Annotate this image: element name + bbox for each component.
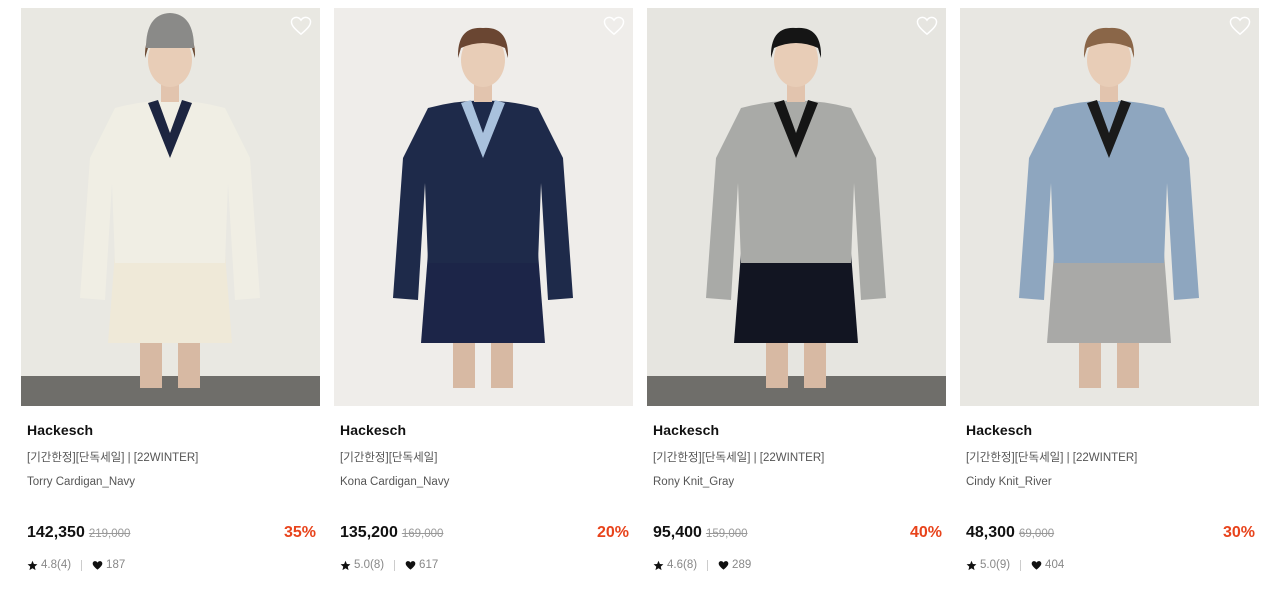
model-bottom — [108, 253, 232, 343]
star-icon — [27, 560, 38, 570]
promo-tags: [기간한정][단독세일] | [22WINTER] — [966, 452, 1138, 464]
product-card[interactable]: Hackesch [기간한정][단독세일] | [22WINTER] Torry… — [21, 8, 320, 571]
brand-name[interactable]: Hackesch — [653, 422, 946, 438]
model-bottom — [421, 253, 545, 343]
heart-filled-icon — [92, 560, 103, 570]
product-card[interactable]: Hackesch [기간한정][단독세일] | [22WINTER] Rony … — [647, 8, 946, 571]
promo-tags: [기간한정][단독세일] — [340, 452, 438, 464]
product-image[interactable] — [334, 8, 633, 406]
original-price: 219,000 — [88, 528, 131, 540]
divider — [394, 559, 396, 571]
product-card[interactable]: Hackesch [기간한정][단독세일] | [22WINTER] Cindy… — [960, 8, 1259, 571]
rating-value: 5.0(8) — [354, 559, 385, 571]
wishlist-heart-icon[interactable] — [603, 16, 625, 36]
model-figure — [1019, 27, 1199, 388]
divider — [1020, 559, 1022, 571]
sale-price: 135,200 — [340, 524, 398, 541]
model-bottom — [1047, 253, 1171, 343]
divider — [707, 559, 709, 571]
likes-count: 289 — [732, 559, 752, 571]
rating-value: 5.0(9) — [980, 559, 1011, 571]
meta-row: 4.8(4) 187 — [27, 559, 125, 571]
price-row: 95,400 159,000 40% — [653, 524, 942, 542]
discount-rate: 20% — [596, 524, 629, 541]
meta-row: 4.6(8) 289 — [653, 559, 751, 571]
likes-count: 617 — [419, 559, 439, 571]
brand-name[interactable]: Hackesch — [27, 422, 320, 438]
price-row: 48,300 69,000 30% — [966, 524, 1255, 542]
meta-row: 5.0(9) 404 — [966, 559, 1064, 571]
product-name[interactable]: Torry Cardigan_Navy — [27, 476, 320, 488]
discount-rate: 35% — [283, 524, 316, 541]
product-name[interactable]: Cindy Knit_River — [966, 476, 1259, 488]
star-icon — [653, 560, 664, 570]
heart-filled-icon — [1031, 560, 1042, 570]
wishlist-heart-icon[interactable] — [916, 16, 938, 36]
heart-filled-icon — [718, 560, 729, 570]
discount-rate: 30% — [1222, 524, 1255, 541]
star-icon — [966, 560, 977, 570]
wishlist-heart-icon[interactable] — [290, 16, 312, 36]
original-price: 69,000 — [1018, 528, 1055, 540]
product-card[interactable]: Hackesch [기간한정][단독세일] Kona Cardigan_Navy… — [334, 8, 633, 571]
rating-value: 4.6(8) — [667, 559, 698, 571]
product-name[interactable]: Rony Knit_Gray — [653, 476, 946, 488]
product-grid: Hackesch [기간한정][단독세일] | [22WINTER] Torry… — [21, 8, 1259, 571]
rating-value: 4.8(4) — [41, 559, 72, 571]
model-hat — [146, 13, 194, 48]
star-icon — [340, 560, 351, 570]
price-row: 135,200 169,000 20% — [340, 524, 629, 542]
model-figure — [706, 27, 886, 388]
sale-price: 142,350 — [27, 524, 85, 541]
likes-count: 404 — [1045, 559, 1065, 571]
brand-name[interactable]: Hackesch — [966, 422, 1259, 438]
promo-tags: [기간한정][단독세일] | [22WINTER] — [653, 452, 825, 464]
product-name[interactable]: Kona Cardigan_Navy — [340, 476, 633, 488]
meta-row: 5.0(8) 617 — [340, 559, 438, 571]
sale-price: 48,300 — [966, 524, 1015, 541]
original-price: 159,000 — [705, 528, 748, 540]
brand-name[interactable]: Hackesch — [340, 422, 633, 438]
discount-rate: 40% — [909, 524, 942, 541]
product-image[interactable] — [960, 8, 1259, 406]
divider — [81, 559, 83, 571]
model-figure — [393, 27, 573, 388]
model-bottom — [734, 253, 858, 343]
original-price: 169,000 — [401, 528, 444, 540]
wishlist-heart-icon[interactable] — [1229, 16, 1251, 36]
model-figure — [80, 13, 260, 388]
price-row: 142,350 219,000 35% — [27, 524, 316, 542]
promo-tags: [기간한정][단독세일] | [22WINTER] — [27, 452, 199, 464]
likes-count: 187 — [106, 559, 126, 571]
product-image[interactable] — [21, 8, 320, 406]
sale-price: 95,400 — [653, 524, 702, 541]
product-image[interactable] — [647, 8, 946, 406]
heart-filled-icon — [405, 560, 416, 570]
